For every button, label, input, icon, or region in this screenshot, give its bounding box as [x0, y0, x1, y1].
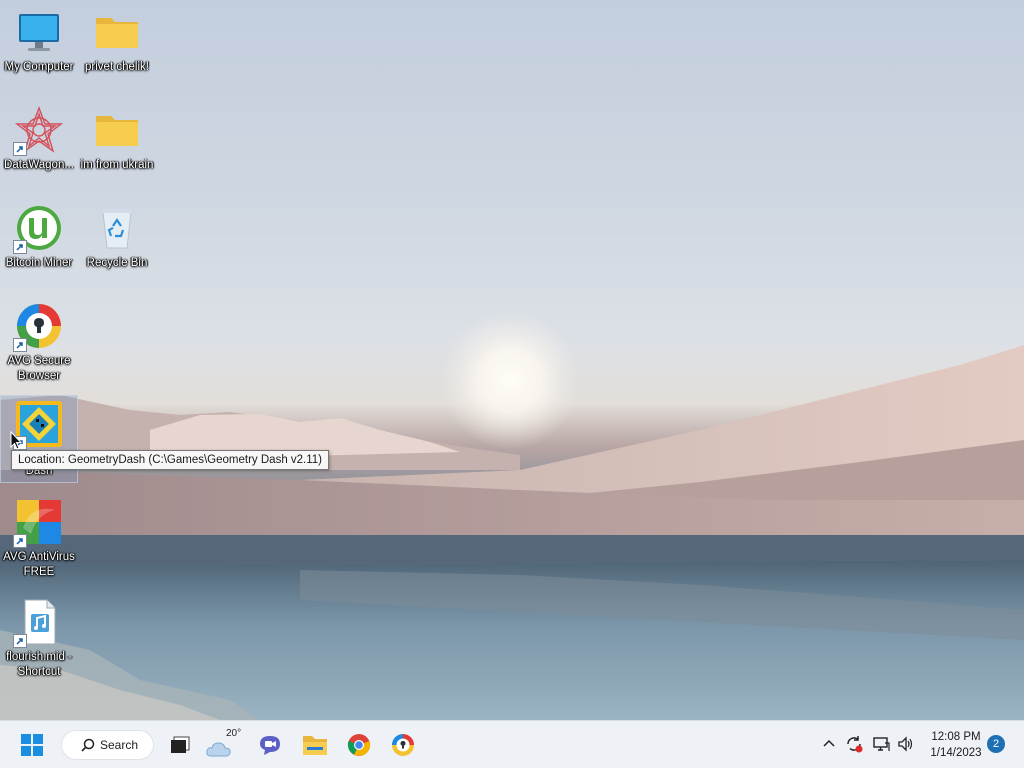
volume-icon[interactable]	[897, 735, 915, 753]
recycle-bin-icon	[93, 204, 141, 252]
shortcut-arrow-icon	[13, 338, 27, 352]
desktop-icon-label: im from ukrain	[80, 159, 154, 171]
desktop-icon-label: privet chelik!	[85, 61, 149, 73]
taskbar-clock[interactable]: 12:08 PM 1/14/2023	[924, 729, 988, 761]
desktop-icon-recycle-bin[interactable]: Recycle Bin	[78, 204, 156, 271]
search-label: Search	[100, 738, 139, 752]
folder-icon	[93, 106, 141, 154]
task-view-button[interactable]	[160, 727, 200, 763]
task-view-icon	[171, 736, 190, 753]
weather-temperature: 20°	[226, 728, 242, 739]
utorrent-icon	[13, 204, 63, 254]
desktop-icon-bitcoin-miner[interactable]: Bitcoin Miner	[0, 204, 78, 271]
file-explorer-icon	[303, 736, 327, 755]
chevron-up-icon[interactable]	[822, 738, 836, 748]
desktop-icon-my-computer[interactable]: My Computer	[0, 8, 78, 75]
mouse-cursor-icon	[10, 430, 23, 456]
desktop-icon-avg-antivirus-free[interactable]: AVG AntiVirus FREE	[0, 498, 78, 580]
shortcut-arrow-icon	[13, 634, 27, 648]
teams-chat-icon	[260, 736, 280, 755]
weather-icon	[206, 742, 231, 757]
clock-time: 12:08 PM	[931, 731, 981, 743]
taskbar: Search 20° 12:08 PM 1/14/2023	[0, 720, 1024, 768]
desktop-icon-im-from-ukrain-folder[interactable]: im from ukrain	[78, 106, 156, 173]
windows-start-icon	[21, 734, 43, 756]
monitor-icon	[15, 8, 63, 56]
desktop-icon-label: DataWagon...	[4, 159, 74, 171]
icon-location-tooltip: Location: GeometryDash (C:\Games\Geometr…	[11, 450, 330, 470]
desktop-icon-label: AVG Secure Browser	[7, 355, 71, 382]
start-button[interactable]	[12, 727, 52, 763]
desktop-icon-label: AVG AntiVirus FREE	[3, 551, 75, 578]
weather-widget-button[interactable]: 20°	[206, 727, 252, 763]
file-explorer-button[interactable]	[295, 727, 335, 763]
datawagon-icon	[13, 106, 64, 156]
desktop-icon-avg-secure-browser[interactable]: AVG Secure Browser	[0, 302, 78, 384]
chrome-button[interactable]	[339, 727, 379, 763]
desktop-icon-privet-chelik-folder[interactable]: privet chelik!	[78, 8, 156, 75]
shortcut-arrow-icon	[13, 534, 27, 548]
audio-file-icon	[13, 598, 63, 648]
geometry-dash-icon	[13, 400, 63, 450]
chrome-icon	[347, 734, 371, 756]
avg-browser-icon	[13, 302, 63, 352]
network-icon[interactable]	[872, 735, 890, 753]
desktop-icon-label: Bitcoin Miner	[5, 257, 73, 269]
folder-icon	[93, 8, 141, 56]
chat-button[interactable]	[250, 727, 290, 763]
avg-antivirus-icon	[13, 498, 63, 548]
avg-browser-taskbar-button[interactable]	[383, 727, 423, 763]
taskbar-search-box[interactable]: Search	[61, 730, 154, 760]
notification-badge[interactable]: 2	[987, 735, 1005, 753]
shortcut-arrow-icon	[13, 142, 27, 156]
desktop-icon-datawagon[interactable]: DataWagon...	[0, 106, 78, 173]
search-icon	[81, 738, 95, 752]
desktop-icon-flourish-mid-shortcut[interactable]: flourish.mid - Shortcut	[0, 598, 78, 680]
desktop-icon-label: Recycle Bin	[86, 257, 148, 269]
clock-date: 1/14/2023	[930, 747, 982, 759]
sync-icon[interactable]	[845, 735, 863, 753]
desktop-icon-label: flourish.mid - Shortcut	[6, 651, 72, 678]
shortcut-arrow-icon	[13, 240, 27, 254]
avg-browser-icon	[392, 734, 414, 756]
desktop-icon-label: My Computer	[4, 61, 74, 73]
